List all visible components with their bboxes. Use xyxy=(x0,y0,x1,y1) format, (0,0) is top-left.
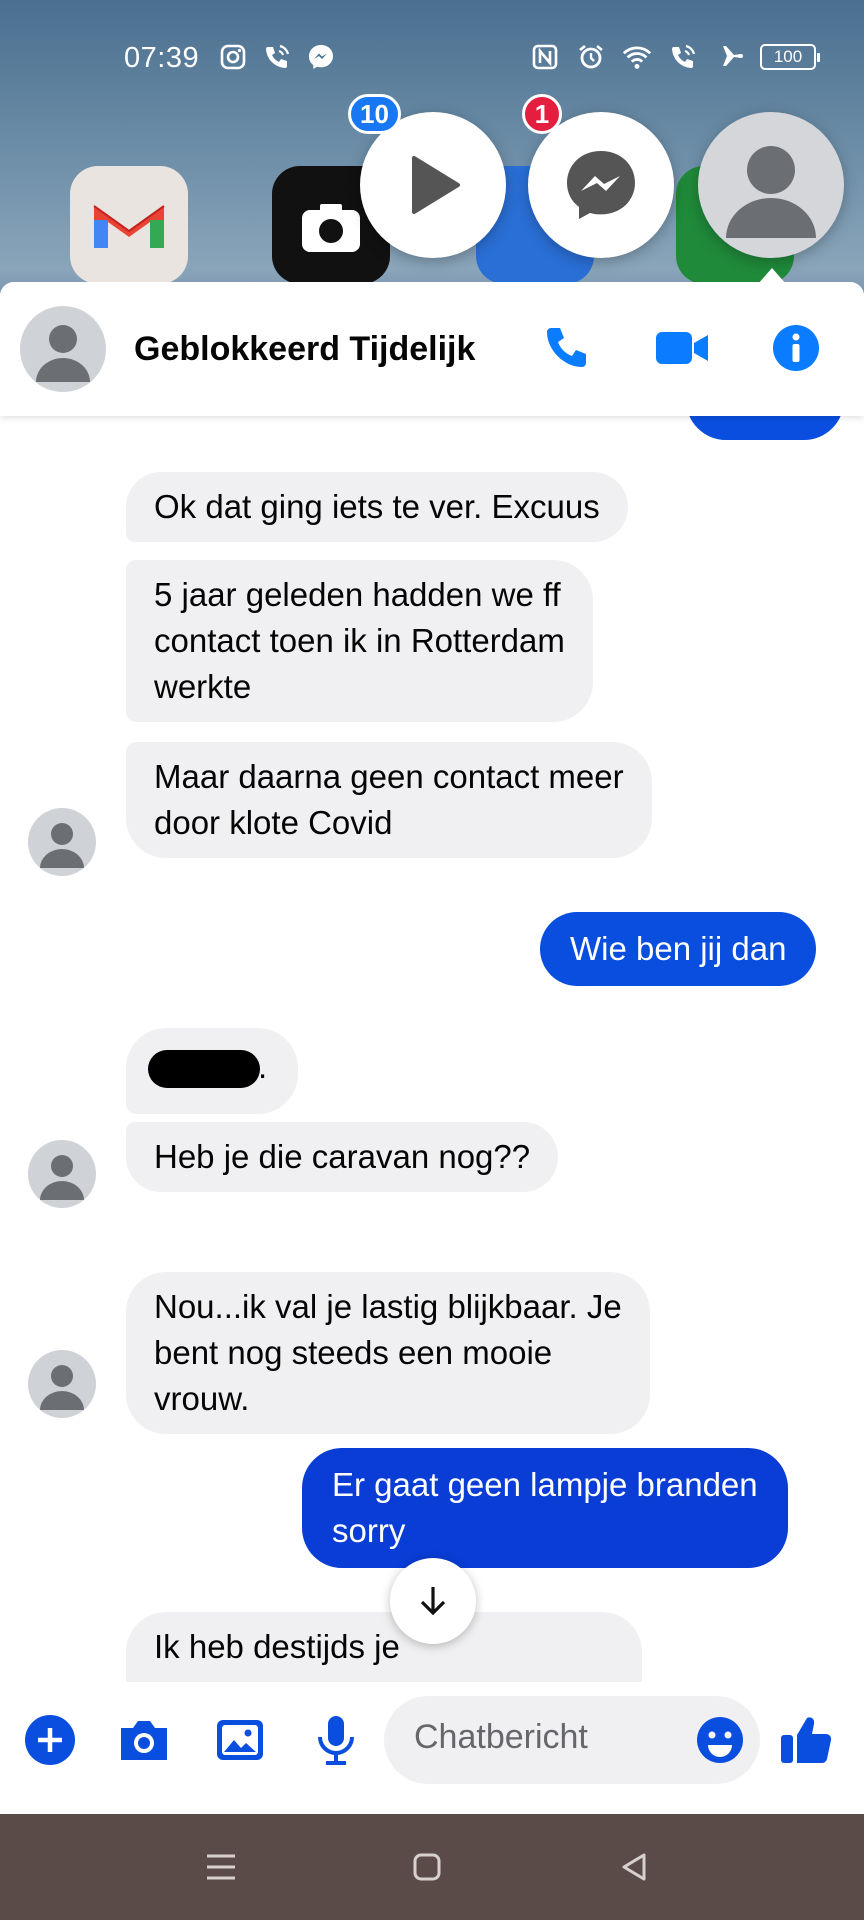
notification-badge: 10 xyxy=(348,94,401,134)
arrow-down-icon xyxy=(420,1587,446,1616)
video-camera-icon[interactable] xyxy=(652,318,712,378)
chathead-video[interactable]: 10 xyxy=(348,94,506,258)
contact-avatar-small[interactable] xyxy=(28,808,96,876)
chat-panel: Geblokkeerd Tijdelijk Ok dat ging iets t… xyxy=(0,282,864,1814)
message-bubble-received[interactable]: Ok dat ging iets te ver. Excuus xyxy=(126,472,628,542)
home-icon[interactable] xyxy=(404,1844,450,1890)
message-bubble-received[interactable]: Maar daarna geen contact meer door klote… xyxy=(126,742,652,858)
phone-icon[interactable] xyxy=(536,318,596,378)
status-time: 07:39 xyxy=(124,42,200,74)
person-icon xyxy=(40,1365,84,1410)
instagram-icon xyxy=(218,42,248,72)
message-bubble-received[interactable]: Heb je die caravan nog?? xyxy=(126,1122,559,1192)
airplane-icon xyxy=(714,42,744,72)
alarm-icon xyxy=(576,42,606,72)
message-list[interactable]: Ok dat ging iets te ver. Excuus 5 jaar g… xyxy=(0,416,864,1682)
redaction-mark xyxy=(148,1050,260,1088)
play-icon xyxy=(412,156,460,214)
system-navigation-bar xyxy=(0,1814,864,1920)
back-icon[interactable] xyxy=(612,1844,658,1890)
image-icon[interactable] xyxy=(208,1708,272,1772)
message-bubble-received[interactable]: 5 jaar geleden hadden we ff contact toen… xyxy=(126,560,593,722)
camera-icon[interactable] xyxy=(112,1708,176,1772)
chathead-contact-avatar[interactable] xyxy=(698,112,844,258)
microphone-icon[interactable] xyxy=(304,1708,368,1772)
wifi-call-icon xyxy=(668,42,698,72)
contact-avatar-small[interactable] xyxy=(28,1350,96,1418)
plus-icon[interactable] xyxy=(18,1708,82,1772)
message-bubble-received[interactable]: Ik heb destijds je xyxy=(126,1612,642,1682)
messenger-icon xyxy=(567,151,635,219)
chat-header: Geblokkeerd Tijdelijk xyxy=(0,282,864,416)
message-bubble-received[interactable]: . xyxy=(126,1028,298,1114)
person-icon xyxy=(40,1155,84,1200)
person-icon xyxy=(36,325,90,382)
status-bar: 07:39 100 xyxy=(0,0,864,110)
info-icon[interactable] xyxy=(766,318,826,378)
wifi-call-icon xyxy=(262,42,292,72)
nfc-icon xyxy=(530,42,560,72)
notification-badge: 1 xyxy=(522,94,562,134)
scroll-to-bottom-button[interactable] xyxy=(390,1558,476,1644)
message-composer: Chatbericht xyxy=(0,1682,864,1814)
contact-avatar[interactable] xyxy=(20,306,106,392)
gmail-app-icon xyxy=(70,166,188,284)
contact-avatar-small[interactable] xyxy=(28,1140,96,1208)
message-bubble-sent[interactable]: Wie ben jij dan xyxy=(540,912,817,986)
contact-name[interactable]: Geblokkeerd Tijdelijk xyxy=(134,330,475,369)
chathead-messenger[interactable]: 1 xyxy=(522,94,674,258)
person-icon xyxy=(40,823,84,868)
menu-icon[interactable] xyxy=(198,1844,244,1890)
battery-indicator: 100 xyxy=(760,44,820,70)
message-bubble-sent[interactable] xyxy=(686,416,844,440)
messenger-icon xyxy=(306,42,336,72)
message-bubble-sent[interactable]: Er gaat geen lampje branden sorry xyxy=(302,1448,788,1568)
message-bubble-received[interactable]: Nou...ik val je lastig blijkbaar. Je ben… xyxy=(126,1272,650,1434)
person-icon xyxy=(726,146,816,238)
message-input-placeholder: Chatbericht xyxy=(414,1718,588,1756)
wifi-icon xyxy=(622,42,652,72)
thumbs-up-icon[interactable] xyxy=(774,1708,838,1772)
message-input[interactable]: Chatbericht xyxy=(384,1696,760,1784)
emoji-icon[interactable] xyxy=(690,1710,750,1770)
